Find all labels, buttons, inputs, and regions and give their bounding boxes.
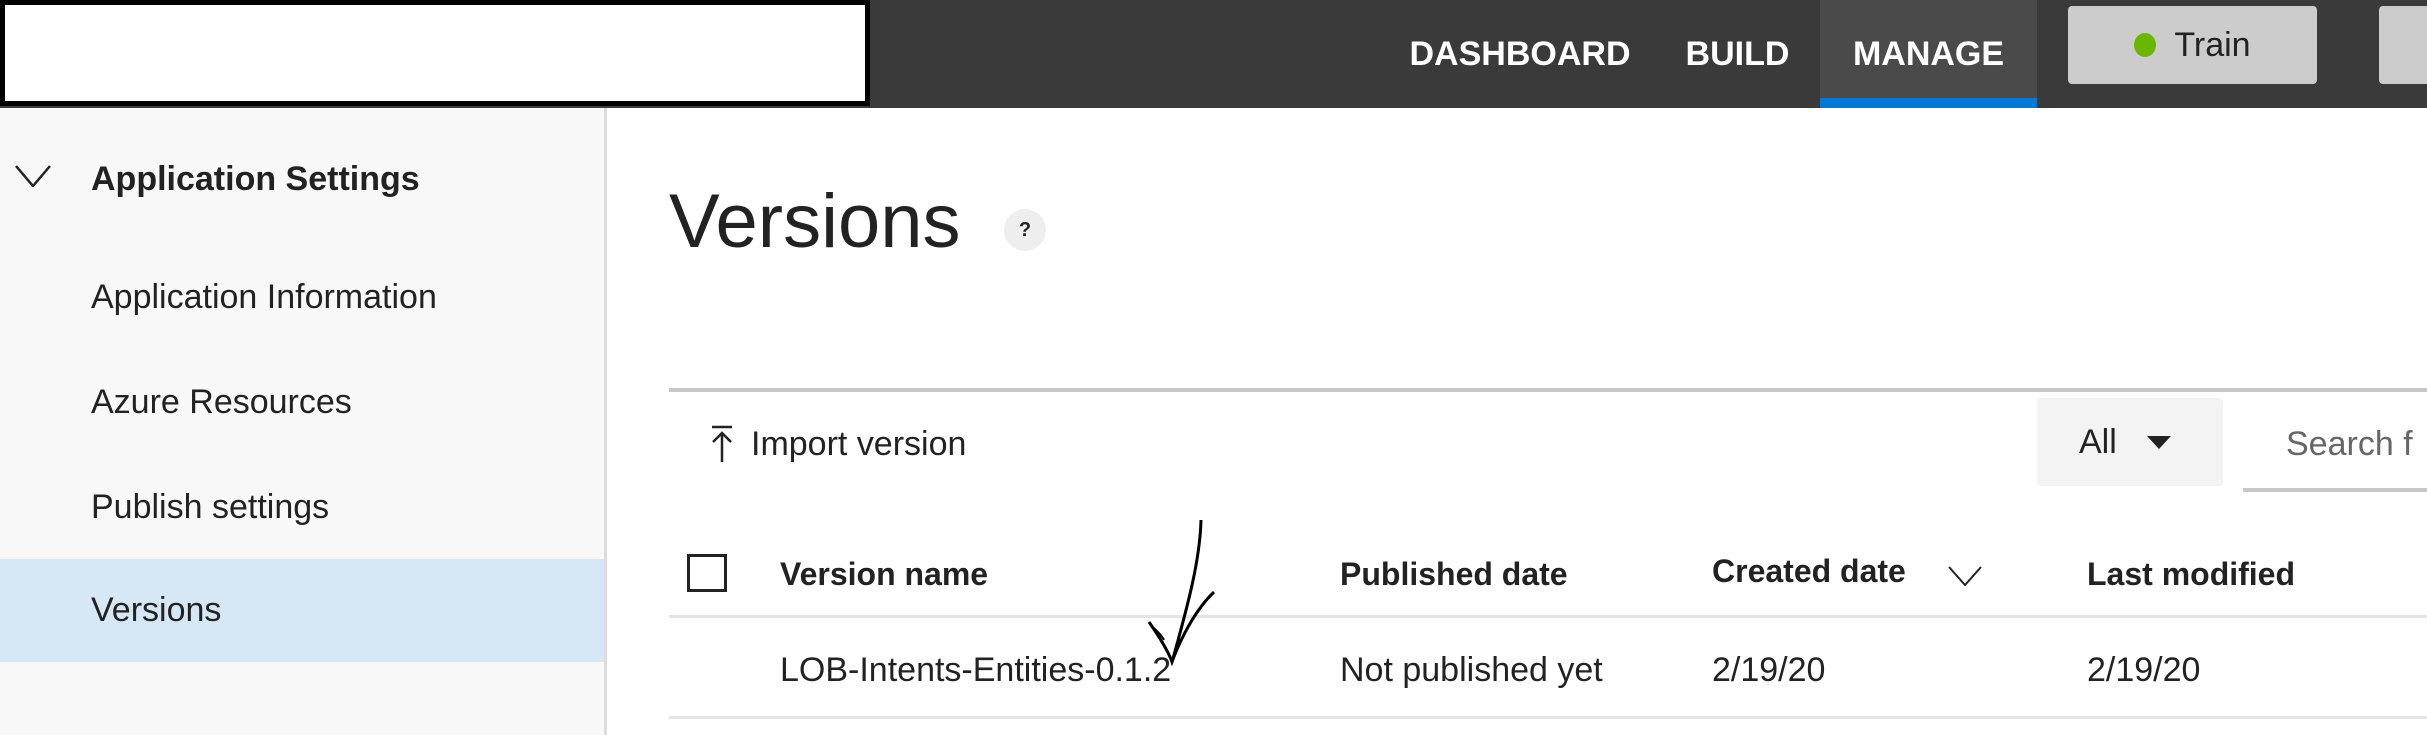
nav-build[interactable]: BUILD — [1665, 0, 1810, 108]
import-version-label: Import version — [751, 424, 967, 463]
column-header-published-date[interactable]: Published date — [1340, 552, 1568, 596]
nav-manage[interactable]: MANAGE — [1820, 0, 2037, 108]
sort-chevron-down-icon[interactable] — [1948, 566, 1982, 586]
sidebar-section-application-settings[interactable]: Application Settings — [0, 128, 604, 231]
sidebar-item-versions[interactable]: Versions — [0, 559, 604, 662]
help-icon[interactable]: ? — [1004, 209, 1046, 251]
upload-arrow-icon — [712, 425, 732, 462]
caret-down-icon — [2146, 435, 2171, 449]
redacted-logo-area — [0, 0, 870, 106]
cell-version-name[interactable]: LOB-Intents-Entities-0.1.2 — [780, 648, 1171, 692]
filter-dropdown[interactable]: All — [2037, 398, 2223, 486]
import-version-button[interactable]: Import version — [707, 418, 966, 470]
cell-created-date: 2/19/20 — [1712, 650, 1826, 689]
hand-drawn-arrow-annotation — [1147, 519, 1216, 667]
column-header-last-modified[interactable]: Last modified — [2087, 552, 2295, 596]
page-title: Versions — [669, 179, 961, 264]
topbar-button[interactable] — [2379, 6, 2427, 84]
divider — [669, 388, 2427, 392]
train-button[interactable]: Train — [2068, 6, 2317, 84]
sidebar-item-azure-resources[interactable]: Azure Resources — [0, 351, 604, 454]
sidebar-item-publish-settings[interactable]: Publish settings — [0, 456, 604, 559]
cell-last-modified: 2/19/20 — [2087, 650, 2201, 689]
select-all-checkbox[interactable] — [687, 554, 727, 592]
column-header-created-date[interactable]: Created date — [1712, 549, 1906, 593]
nav-dashboard[interactable]: DASHBOARD — [1385, 0, 1655, 108]
train-label: Train — [2174, 25, 2251, 64]
sidebar-item-application-information[interactable]: Application Information — [0, 246, 604, 349]
search-input[interactable] — [2243, 400, 2427, 492]
column-header-version-name[interactable]: Version name — [780, 552, 988, 596]
row-divider — [669, 716, 2427, 719]
cell-published-date: Not published yet — [1340, 650, 1603, 689]
filter-value: All — [2079, 422, 2117, 461]
status-dot-icon — [2134, 33, 2157, 57]
